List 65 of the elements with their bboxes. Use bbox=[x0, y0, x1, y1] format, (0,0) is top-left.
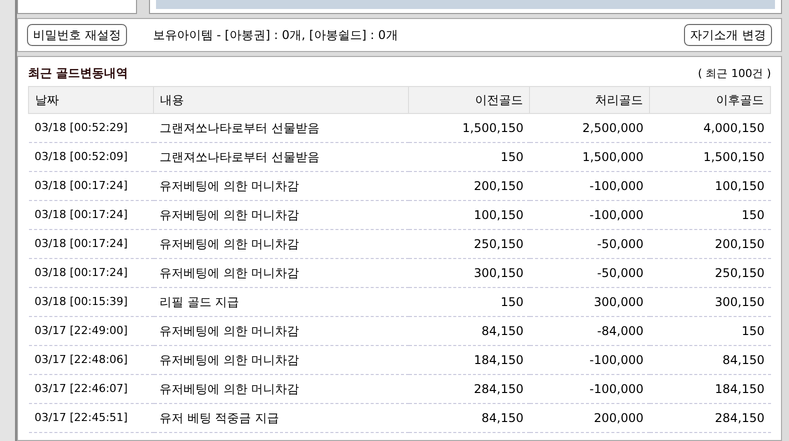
table-cell: 03/18 [00:17:24] bbox=[28, 230, 154, 258]
table-cell: 250,150 bbox=[408, 230, 530, 258]
column-header: 처리골드 bbox=[530, 86, 650, 114]
table-cell: 300,150 bbox=[650, 288, 770, 316]
table-cell: -50,000 bbox=[530, 230, 650, 258]
table-cell: 유저베팅에 의한 머니차감 bbox=[154, 316, 408, 346]
table-cell: 유저베팅에 의한 머니차감 bbox=[154, 346, 408, 374]
table-cell: 300,150 bbox=[408, 258, 530, 288]
table-cell: 03/17 [22:49:00] bbox=[28, 316, 154, 346]
table-cell: 150 bbox=[408, 288, 530, 316]
table-cell: 리필 골드 지급 bbox=[154, 288, 408, 316]
table-cell: 03/18 [00:52:29] bbox=[28, 114, 154, 142]
table-cell: 150 bbox=[408, 142, 530, 172]
column-header: 내용 bbox=[154, 86, 408, 114]
change-intro-button[interactable]: 자기소개 변경 bbox=[684, 24, 772, 46]
table-cell: -50,000 bbox=[530, 258, 650, 288]
table-cell: 4,000,150 bbox=[650, 114, 770, 142]
table-cell: -100,000 bbox=[530, 346, 650, 374]
table-cell: 200,000 bbox=[530, 404, 650, 432]
table-cell: 유저베팅에 의한 머니차감 bbox=[154, 172, 408, 200]
table-cell: 1,500,150 bbox=[408, 114, 530, 142]
table-cell: -100,000 bbox=[530, 172, 650, 200]
table-cell: 유저베팅에 의한 머니차감 bbox=[154, 200, 408, 230]
table-cell: 03/18 [00:17:24] bbox=[28, 172, 154, 200]
table-cell: 03/17 [22:45:51] bbox=[28, 404, 154, 432]
table-cell: 1,500,000 bbox=[530, 142, 650, 172]
table-cell: 150 bbox=[650, 200, 770, 230]
table-cell: 200,150 bbox=[408, 172, 530, 200]
table-cell: 250,150 bbox=[650, 258, 770, 288]
table-cell: 유저베팅에 의한 머니차감 bbox=[154, 374, 408, 404]
reset-password-button[interactable]: 비밀번호 재설정 bbox=[27, 24, 127, 46]
table-cell: 03/18 [00:15:39] bbox=[28, 288, 154, 316]
section-title: 최근 골드변동내역 bbox=[28, 65, 128, 82]
table-cell: 03/18 [00:52:09] bbox=[28, 142, 154, 172]
table-cell: 그랜져쏘나타로부터 선물받음 bbox=[154, 142, 408, 172]
column-header: 이전골드 bbox=[408, 86, 530, 114]
table-cell: 284,150 bbox=[650, 404, 770, 432]
table-cell: 284,150 bbox=[408, 374, 530, 404]
column-header: 이후골드 bbox=[650, 86, 770, 114]
table-cell: 300,000 bbox=[530, 288, 650, 316]
table-cell: 100,150 bbox=[650, 172, 770, 200]
table-cell: 03/18 [00:17:24] bbox=[28, 200, 154, 230]
table-cell: 84,150 bbox=[408, 404, 530, 432]
table-cell: 유저 베팅 적중금 지급 bbox=[154, 404, 408, 432]
table-cell: 200,150 bbox=[650, 230, 770, 258]
table-cell: 03/17 [22:48:06] bbox=[28, 346, 154, 374]
table-cell: -84,000 bbox=[530, 316, 650, 346]
table-cell: 그랜져쏘나타로부터 선물받음 bbox=[154, 114, 408, 142]
table-cell: 100,150 bbox=[408, 200, 530, 230]
table-cell: 유저베팅에 의한 머니차감 bbox=[154, 258, 408, 288]
table-cell: -100,000 bbox=[530, 374, 650, 404]
table-cell: 03/18 [00:17:24] bbox=[28, 258, 154, 288]
table-cell: 184,150 bbox=[650, 374, 770, 404]
table-cell: 유저베팅에 의한 머니차감 bbox=[154, 230, 408, 258]
table-cell: 03/17 [22:46:07] bbox=[28, 374, 154, 404]
items-owned-text: 보유아이템 - [아봉권] : 0개, [아봉쉴드] : 0개 bbox=[152, 27, 399, 44]
table-cell: 2,500,000 bbox=[530, 114, 650, 142]
table-cell: 84,150 bbox=[650, 346, 770, 374]
table-cell: 184,150 bbox=[408, 346, 530, 374]
table-cell: -100,000 bbox=[530, 200, 650, 230]
table-cell: 1,500,150 bbox=[650, 142, 770, 172]
table-cell: 84,150 bbox=[408, 316, 530, 346]
column-header: 날짜 bbox=[28, 86, 154, 114]
record-count: ( 최근 100건 ) bbox=[698, 66, 771, 82]
table-cell: 150 bbox=[650, 316, 770, 346]
